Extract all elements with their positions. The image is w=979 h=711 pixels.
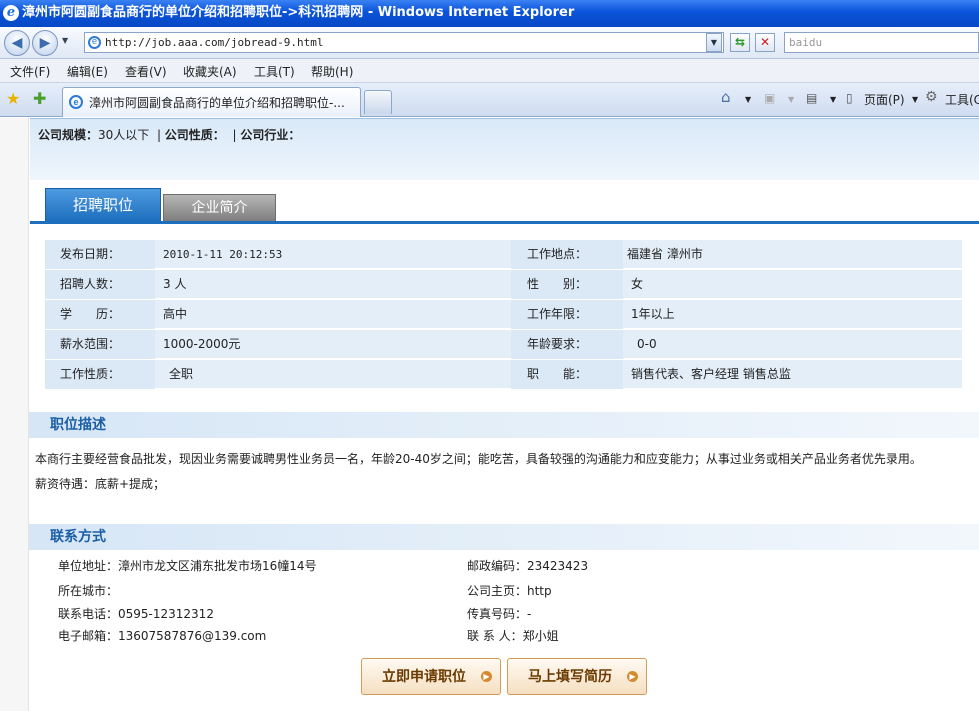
contact-phone: 联系电话：0595-12312312 xyxy=(58,607,214,621)
detail-label: 薪水范围： xyxy=(45,330,155,359)
contact-postcode: 邮政编码：23423423 xyxy=(467,559,589,573)
detail-label: 工作年限： xyxy=(511,300,623,329)
new-tab-button[interactable] xyxy=(364,90,392,114)
tabs-underline xyxy=(30,221,979,224)
table-row: 工作性质： 全职 职 能： 销售代表、客户经理 销售总监 xyxy=(45,360,962,389)
feeds-icon[interactable]: ▣ xyxy=(764,91,775,105)
contact-homepage[interactable]: 公司主页：http xyxy=(467,582,552,599)
company-size-value: 30人以下 xyxy=(98,128,150,142)
tab-company-intro[interactable]: 企业简介 xyxy=(163,194,276,221)
browser-tab[interactable]: e 漳州市阿圆副食品商行的单位介绍和招聘职位-... xyxy=(62,87,361,117)
company-industry-label: 公司行业： xyxy=(240,128,301,142)
detail-value: 全职 xyxy=(169,367,194,381)
detail-value: 女 xyxy=(631,277,644,291)
contact-heading: 联系方式 xyxy=(29,524,979,550)
tools-menu[interactable]: 工具(O) xyxy=(945,91,979,108)
job-description-heading: 职位描述 xyxy=(29,412,979,438)
detail-label: 工作地点： xyxy=(511,240,623,269)
table-row: 薪水范围： 1000-2000元 年龄要求： 0-0 xyxy=(45,330,962,359)
tab-page-icon: e xyxy=(69,95,83,109)
arrow-right-icon: ▶ xyxy=(481,671,492,682)
page-menu-icon: ▯ xyxy=(846,91,853,105)
add-favorites-icon[interactable]: ✚ xyxy=(33,89,46,108)
separator: | xyxy=(153,128,165,142)
menu-favorites[interactable]: 收藏夹(A) xyxy=(183,63,237,80)
apply-job-button[interactable]: 立即申请职位 ▶ xyxy=(361,658,501,695)
company-nature-label: 公司性质： xyxy=(164,128,225,142)
home-icon[interactable]: ⌂ xyxy=(721,88,731,106)
address-toolbar: ◀ ▶ ▼ e http://job.aaa.com/jobread-9.htm… xyxy=(0,27,979,59)
contact-city: 所在城市： xyxy=(58,584,119,598)
contact-fax: 传真号码：- xyxy=(467,607,532,621)
detail-value: 0-0 xyxy=(637,337,657,351)
page-menu[interactable]: 页面(P) xyxy=(864,91,905,108)
stop-button[interactable]: ✕ xyxy=(755,33,775,52)
home-dropdown-icon[interactable]: ▼ xyxy=(745,95,751,104)
apply-job-label: 立即申请职位 xyxy=(382,669,466,685)
detail-value: 高中 xyxy=(163,307,188,321)
detail-value: 3 人 xyxy=(163,277,187,291)
detail-label: 年龄要求： xyxy=(511,330,623,359)
print-icon[interactable]: ▤ xyxy=(806,91,817,105)
detail-label: 工作性质： xyxy=(45,360,155,389)
page-icon: e xyxy=(88,36,101,49)
tab-title: 漳州市阿圆副食品商行的单位介绍和招聘职位-... xyxy=(89,96,345,110)
back-button[interactable]: ◀ xyxy=(4,30,30,56)
separator: | xyxy=(228,128,241,142)
detail-value: 福建省 漳州市 xyxy=(627,247,703,261)
company-info: 公司规模：30人以下 | 公司性质： | 公司行业： xyxy=(38,126,300,143)
table-row: 招聘人数： 3 人 性 别： 女 xyxy=(45,270,962,299)
forward-button[interactable]: ▶ xyxy=(32,30,58,56)
detail-label: 发布日期： xyxy=(45,240,155,269)
fill-resume-button[interactable]: 马上填写简历 ▶ xyxy=(507,658,647,695)
table-row: 学 历： 高中 工作年限： 1年以上 xyxy=(45,300,962,329)
address-dropdown-icon[interactable]: ▼ xyxy=(706,33,722,52)
print-dropdown-icon[interactable]: ▼ xyxy=(830,95,836,104)
fill-resume-label: 马上填写简历 xyxy=(528,669,612,685)
arrow-right-icon: ▶ xyxy=(627,671,638,682)
menu-file[interactable]: 文件(F) xyxy=(10,63,50,80)
contact-email: 电子邮箱：13607587876@139.com xyxy=(58,629,267,643)
salary-text: 薪资待遇：底薪+提成； xyxy=(35,477,166,491)
contact-person: 联 系 人：郑小姐 xyxy=(467,629,559,643)
address-input[interactable]: e http://job.aaa.com/jobread-9.html xyxy=(84,32,724,53)
ie-logo-icon: e xyxy=(3,5,19,21)
menu-help[interactable]: 帮助(H) xyxy=(311,63,353,80)
tab-jobs[interactable]: 招聘职位 xyxy=(45,188,161,221)
contact-address: 单位地址：漳州市龙文区浦东批发市场16幢14号 xyxy=(58,559,317,573)
refresh-button[interactable]: ⇆ xyxy=(730,33,750,52)
job-details-table: 发布日期： 2010-1-11 20:12:53 工作地点： 福建省 漳州市 招… xyxy=(45,240,962,390)
address-text: http://job.aaa.com/jobread-9.html xyxy=(105,36,324,49)
menu-tools[interactable]: 工具(T) xyxy=(254,63,295,80)
detail-value: 1年以上 xyxy=(631,307,675,321)
detail-label: 性 别： xyxy=(511,270,623,299)
history-dropdown-icon[interactable]: ▼ xyxy=(62,36,68,45)
detail-label: 职 能： xyxy=(511,360,623,389)
menu-view[interactable]: 查看(V) xyxy=(125,63,167,80)
detail-value: 销售代表、客户经理 销售总监 xyxy=(631,367,791,381)
job-description-text: 本商行主要经营食品批发，现因业务需要诚聘男性业务员一名，年龄20-40岁之间；能… xyxy=(35,452,922,466)
page-margin xyxy=(0,118,29,711)
company-size-label: 公司规模： xyxy=(38,128,99,142)
window-titlebar: 漳州市阿圆副食品商行的单位介绍和招聘职位->科汛招聘网 - Windows In… xyxy=(0,0,979,27)
detail-value: 2010-1-11 20:12:53 xyxy=(163,248,283,261)
feeds-dropdown-icon[interactable]: ▼ xyxy=(788,95,794,104)
detail-label: 招聘人数： xyxy=(45,270,155,299)
detail-label: 学 历： xyxy=(45,300,155,329)
favorites-star-icon[interactable]: ★ xyxy=(6,89,20,108)
menu-edit[interactable]: 编辑(E) xyxy=(67,63,108,80)
detail-value: 1000-2000元 xyxy=(163,337,241,351)
page-dropdown-icon[interactable]: ▼ xyxy=(912,95,918,104)
table-row: 发布日期： 2010-1-11 20:12:53 工作地点： 福建省 漳州市 xyxy=(45,240,962,269)
search-input[interactable]: baidu xyxy=(784,32,979,53)
tab-bar: ★ ✚ e 漳州市阿圆副食品商行的单位介绍和招聘职位-... ⌂ ▼ ▣ ▼ ▤… xyxy=(0,83,979,117)
menu-bar: 文件(F) 编辑(E) 查看(V) 收藏夹(A) 工具(T) 帮助(H) xyxy=(0,59,979,83)
gear-icon: ⚙ xyxy=(925,89,938,105)
